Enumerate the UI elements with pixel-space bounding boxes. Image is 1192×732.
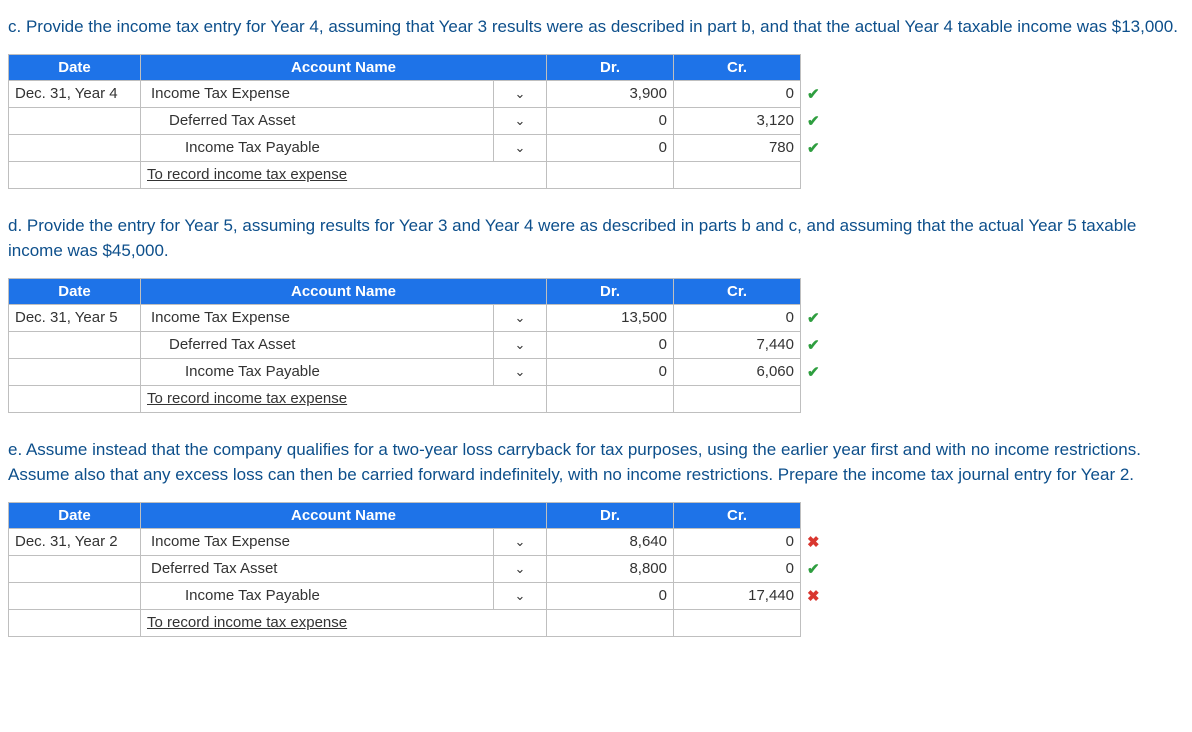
debit-input[interactable]: 8,800 <box>547 555 674 582</box>
credit-input[interactable]: 0 <box>674 80 801 107</box>
chevron-down-icon[interactable]: ⌄ <box>515 561 526 576</box>
table-row: Dec. 31, Year 2 Income Tax Expense ⌄ 8,6… <box>9 528 836 555</box>
account-select[interactable]: Income Tax Payable <box>147 363 487 380</box>
debit-input[interactable]: 0 <box>547 582 674 609</box>
account-select[interactable]: Deferred Tax Asset <box>147 112 487 129</box>
cross-icon: ✖ <box>807 534 820 551</box>
debit-input[interactable]: 13,500 <box>547 304 674 331</box>
table-row: Income Tax Payable ⌄ 0 780 ✔ <box>9 134 836 161</box>
credit-input[interactable]: 0 <box>674 528 801 555</box>
header-dr: Dr. <box>547 54 674 80</box>
header-account: Account Name <box>141 278 547 304</box>
header-date: Date <box>9 502 141 528</box>
date-cell[interactable] <box>9 134 141 161</box>
header-dr: Dr. <box>547 502 674 528</box>
date-cell[interactable] <box>9 555 141 582</box>
check-icon: ✔ <box>807 86 820 103</box>
date-cell[interactable]: Dec. 31, Year 5 <box>9 304 141 331</box>
debit-input[interactable]: 8,640 <box>547 528 674 555</box>
check-icon: ✔ <box>807 113 820 130</box>
header-account: Account Name <box>141 54 547 80</box>
table-row: To record income tax expense <box>9 609 836 636</box>
debit-input[interactable]: 0 <box>547 134 674 161</box>
table-row: To record income tax expense <box>9 385 836 412</box>
table-row: Income Tax Payable ⌄ 0 17,440 ✖ <box>9 582 836 609</box>
account-select[interactable]: Income Tax Payable <box>147 587 487 604</box>
check-icon: ✔ <box>807 561 820 578</box>
account-select[interactable]: Income Tax Expense <box>147 533 487 550</box>
check-icon: ✔ <box>807 140 820 157</box>
credit-input[interactable]: 780 <box>674 134 801 161</box>
chevron-down-icon[interactable]: ⌄ <box>515 310 526 325</box>
chevron-down-icon[interactable]: ⌄ <box>515 364 526 379</box>
journal-table-c: Date Account Name Dr. Cr. Dec. 31, Year … <box>8 54 836 189</box>
check-icon: ✔ <box>807 364 820 381</box>
account-select[interactable]: Deferred Tax Asset <box>147 336 487 353</box>
date-cell[interactable]: Dec. 31, Year 2 <box>9 528 141 555</box>
header-cr: Cr. <box>674 54 801 80</box>
header-account: Account Name <box>141 502 547 528</box>
date-cell[interactable] <box>9 582 141 609</box>
check-icon: ✔ <box>807 337 820 354</box>
memo-link[interactable]: To record income tax expense <box>147 390 347 407</box>
credit-input[interactable]: 6,060 <box>674 358 801 385</box>
question-e-prompt: e. Assume instead that the company quali… <box>8 437 1184 488</box>
memo-link[interactable]: To record income tax expense <box>147 166 347 183</box>
memo-link[interactable]: To record income tax expense <box>147 614 347 631</box>
table-row: Deferred Tax Asset ⌄ 8,800 0 ✔ <box>9 555 836 582</box>
header-date: Date <box>9 278 141 304</box>
chevron-down-icon[interactable]: ⌄ <box>515 588 526 603</box>
journal-table-d: Date Account Name Dr. Cr. Dec. 31, Year … <box>8 278 836 413</box>
debit-input[interactable]: 0 <box>547 107 674 134</box>
table-row: To record income tax expense <box>9 161 836 188</box>
chevron-down-icon[interactable]: ⌄ <box>515 337 526 352</box>
credit-input[interactable]: 17,440 <box>674 582 801 609</box>
question-d-prompt: d. Provide the entry for Year 5, assumin… <box>8 213 1184 264</box>
table-row: Deferred Tax Asset ⌄ 0 3,120 ✔ <box>9 107 836 134</box>
chevron-down-icon[interactable]: ⌄ <box>515 113 526 128</box>
credit-input[interactable]: 7,440 <box>674 331 801 358</box>
credit-input[interactable]: 3,120 <box>674 107 801 134</box>
chevron-down-icon[interactable]: ⌄ <box>515 86 526 101</box>
debit-input[interactable]: 0 <box>547 331 674 358</box>
chevron-down-icon[interactable]: ⌄ <box>515 140 526 155</box>
credit-input[interactable]: 0 <box>674 555 801 582</box>
table-row: Dec. 31, Year 4 Income Tax Expense ⌄ 3,9… <box>9 80 836 107</box>
credit-input[interactable]: 0 <box>674 304 801 331</box>
account-select[interactable]: Income Tax Payable <box>147 139 487 156</box>
account-select[interactable]: Income Tax Expense <box>147 309 487 326</box>
debit-input[interactable]: 3,900 <box>547 80 674 107</box>
date-cell[interactable] <box>9 331 141 358</box>
debit-input[interactable]: 0 <box>547 358 674 385</box>
date-cell[interactable] <box>9 107 141 134</box>
account-select[interactable]: Deferred Tax Asset <box>147 560 487 577</box>
table-row: Dec. 31, Year 5 Income Tax Expense ⌄ 13,… <box>9 304 836 331</box>
header-cr: Cr. <box>674 278 801 304</box>
header-cr: Cr. <box>674 502 801 528</box>
header-date: Date <box>9 54 141 80</box>
question-c-prompt: c. Provide the income tax entry for Year… <box>8 14 1184 40</box>
table-row: Income Tax Payable ⌄ 0 6,060 ✔ <box>9 358 836 385</box>
journal-table-e: Date Account Name Dr. Cr. Dec. 31, Year … <box>8 502 836 637</box>
check-icon: ✔ <box>807 310 820 327</box>
cross-icon: ✖ <box>807 588 820 605</box>
date-cell[interactable]: Dec. 31, Year 4 <box>9 80 141 107</box>
date-cell[interactable] <box>9 358 141 385</box>
account-select[interactable]: Income Tax Expense <box>147 85 487 102</box>
chevron-down-icon[interactable]: ⌄ <box>515 534 526 549</box>
table-row: Deferred Tax Asset ⌄ 0 7,440 ✔ <box>9 331 836 358</box>
header-dr: Dr. <box>547 278 674 304</box>
